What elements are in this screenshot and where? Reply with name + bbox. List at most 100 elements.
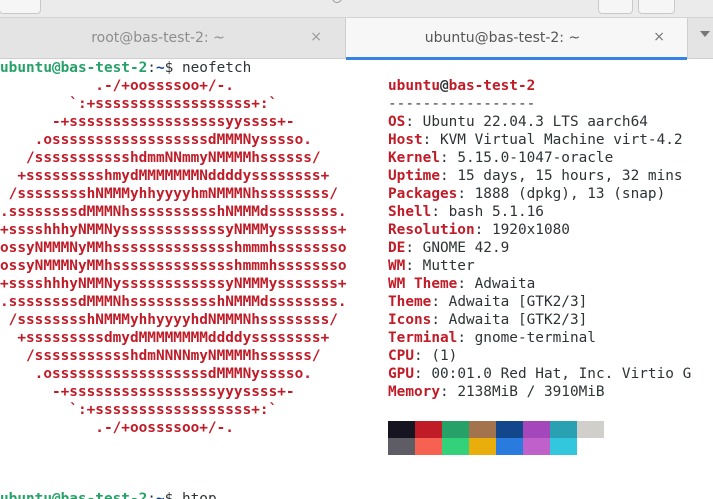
info-separator: -----------------: [388, 96, 536, 112]
prompt-path: ~: [155, 491, 165, 499]
ascii-logo-line: `:+ssssssssssssssssss+:`: [0, 96, 278, 112]
tab-ubuntu[interactable]: ubuntu@bas-test-2: ~ ×: [345, 18, 688, 60]
ascii-logo-line: ossyNMMMNyMMhsssssssssssssshmmmhssssssso: [0, 240, 347, 256]
info-value: 1888 (dpkg), 13 (snap): [474, 186, 666, 202]
info-key: WM: [388, 258, 406, 274]
close-icon[interactable]: ×: [653, 29, 665, 45]
ascii-logo-line: /sssssssshNMMMyhhyyyyhdNMMMNhssssssss/: [0, 312, 338, 328]
info-at: @: [439, 78, 449, 94]
info-key: Icons: [388, 312, 432, 328]
ascii-logo-line: +ssssssssshmydMMMMMMMNddddyssssssss+: [0, 168, 330, 184]
info-value: gnome-terminal: [474, 330, 596, 346]
prompt-sep: :: [147, 491, 156, 499]
close-icon[interactable]: ×: [310, 29, 322, 45]
info-row: WM: Mutter: [388, 257, 475, 275]
ascii-logo-line: /sssssssshNMMMyhhyyyyhmNMMMNhssssssss/: [0, 186, 338, 202]
info-colon: :: [422, 132, 440, 148]
color-swatch: [442, 438, 469, 455]
info-row: OS: Ubuntu 22.04.3 LTS aarch64: [388, 113, 648, 131]
info-value: bash 5.1.16: [448, 204, 544, 220]
command-line: ubuntu@bas-test-2:~$ neofetch: [0, 59, 251, 77]
info-value: 2138MiB / 3910MiB: [457, 384, 605, 400]
info-colon: :: [431, 312, 449, 328]
title-icon: [332, 0, 342, 3]
info-colon: :: [414, 348, 432, 364]
info-colon: :: [431, 204, 449, 220]
color-swatch: [577, 421, 604, 438]
color-swatch: [442, 421, 469, 438]
prompt-path: ~: [155, 60, 165, 76]
new-tab-button[interactable]: [0, 0, 41, 14]
info-value: Adwaita [GTK2/3]: [448, 312, 588, 328]
info-value: 5.15.0-1047-oracle: [457, 150, 614, 166]
info-colon: :: [405, 240, 423, 256]
info-key: Theme: [388, 294, 432, 310]
info-host: bas-test-2: [448, 78, 536, 94]
info-row: Host: KVM Virtual Machine virt-4.2: [388, 131, 683, 149]
info-key: Shell: [388, 204, 432, 220]
color-swatch: [523, 421, 550, 438]
info-user: ubuntu: [388, 78, 440, 94]
ascii-logo-line: /ssssssssssshdmNNNNmyNMMMMhssssss/: [0, 348, 321, 364]
ascii-logo-line: .ssssssssdMMMNhsssssssssshNMMMdssssssss.: [0, 204, 347, 220]
color-swatch: [415, 438, 442, 455]
menu-button[interactable]: [638, 0, 675, 14]
info-value: 1920x1080: [491, 222, 570, 238]
ascii-logo-line: `:+ssssssssssssssssss+:`: [0, 402, 278, 418]
color-swatch: [550, 421, 577, 438]
info-colon: :: [405, 114, 423, 130]
ascii-logo-line: .-/+oossssoo+/-.: [0, 420, 234, 436]
info-value: Adwaita: [474, 276, 536, 292]
color-swatch: [388, 421, 415, 438]
ascii-logo-line: -+sssssssssssssssssyyyssss+-: [0, 384, 295, 400]
color-swatch: [550, 438, 577, 455]
info-colon: :: [439, 168, 458, 184]
info-colon: :: [431, 294, 449, 310]
info-value: KVM Virtual Machine virt-4.2: [439, 132, 683, 148]
ascii-logo-line: +sssshhhyNMMNyssssssssssssyNMMMysssssss+: [0, 222, 347, 238]
prompt-sign: $: [164, 491, 174, 499]
color-swatch: [496, 421, 523, 438]
info-row: GPU: 00:01.0 Red Hat, Inc. Virtio G: [388, 365, 691, 383]
search-button[interactable]: [598, 0, 633, 14]
info-key: Kernel: [388, 150, 440, 166]
info-key: Host: [388, 132, 423, 148]
ascii-logo-line: +sssssssssdmydMMMMMMMMddddyssssssss+: [0, 330, 330, 346]
prompt-user: ubuntu@bas-test-2: [0, 60, 148, 76]
info-key: Memory: [388, 384, 440, 400]
info-colon: :: [414, 366, 432, 382]
info-colon: :: [439, 384, 458, 400]
info-key: Resolution: [388, 222, 475, 238]
ascii-logo-line: .ssssssssdMMMNhsssssssssshNMMMdssssssss.: [0, 294, 347, 310]
info-value: Adwaita [GTK2/3]: [448, 294, 588, 310]
ascii-logo-line: +sssshhhyNMMNyssssssssssssyNMMMysssssss+: [0, 276, 347, 292]
color-swatch: [469, 438, 496, 455]
info-colon: :: [405, 258, 423, 274]
info-key: OS: [388, 114, 406, 130]
chevron-down-icon[interactable]: [700, 31, 710, 37]
info-row: WM Theme: Adwaita: [388, 275, 535, 293]
info-row: Icons: Adwaita [GTK2/3]: [388, 311, 587, 329]
command-text: neofetch: [173, 60, 252, 76]
tab-root[interactable]: root@bas-test-2: ~ ×: [0, 18, 344, 59]
terminal-view[interactable]: ubuntu@bas-test-2:~$ neofetch .-/+oossss…: [0, 59, 713, 499]
ascii-logo-line: .ossssssssssssssssssdMMMNysssso.: [0, 366, 312, 382]
info-key: WM Theme: [388, 276, 458, 292]
color-swatch: [496, 438, 523, 455]
ascii-logo-line: ossyNMMMNyMMhsssssssssssssshmmmhssssssso: [0, 258, 347, 274]
header-bar: [0, 0, 713, 17]
info-value: 15 days, 15 hours, 32 mins: [457, 168, 683, 184]
info-title: ubuntu@bas-test-2: [388, 77, 535, 95]
color-swatch: [415, 421, 442, 438]
ascii-logo-line: .ossssssssssssssssssdMMMNysssso.: [0, 132, 312, 148]
command-text: htop: [173, 491, 217, 499]
color-swatch: [469, 421, 496, 438]
info-row: Packages: 1888 (dpkg), 13 (snap): [388, 185, 665, 203]
tab-label: root@bas-test-2: ~: [91, 30, 225, 46]
info-colon: :: [457, 276, 475, 292]
info-key: Packages: [388, 186, 458, 202]
info-row: CPU: (1): [388, 347, 457, 365]
info-colon: :: [439, 150, 458, 166]
color-swatch: [523, 438, 550, 455]
tab-bar: root@bas-test-2: ~ × ubuntu@bas-test-2: …: [0, 17, 713, 60]
